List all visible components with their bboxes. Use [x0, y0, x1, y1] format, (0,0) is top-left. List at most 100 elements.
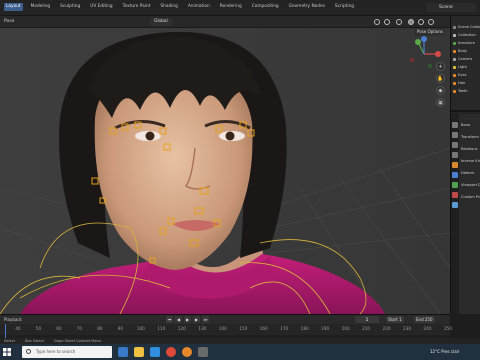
data-tab-icon[interactable]	[452, 182, 458, 188]
outliner-row[interactable]: Eyes	[453, 72, 480, 78]
overlay-icon[interactable]	[396, 19, 402, 25]
timeline-tick-label: 60	[56, 326, 62, 331]
snap-icon[interactable]	[384, 19, 390, 25]
scene-selector[interactable]: Scene	[426, 3, 476, 12]
outliner-row[interactable]: Teeth	[453, 88, 480, 94]
timeline-header: Playback ⏮ ◀ ▶ ▶ ⏭ 1 Start 1 End 250	[0, 315, 450, 324]
tab-sculpting[interactable]: Sculpting	[58, 3, 82, 11]
taskbar-search-box[interactable]: Type here to search	[22, 346, 112, 358]
bone-tab-icon[interactable]	[452, 202, 458, 208]
status-hint: Box Select	[25, 339, 45, 343]
timeline-tick-label: 200	[341, 326, 350, 331]
chrome-icon[interactable]	[166, 347, 176, 357]
zoom-icon[interactable]: +	[436, 62, 445, 71]
transform-orientation-dropdown[interactable]: Global	[150, 18, 172, 26]
windows-logo-icon[interactable]	[3, 348, 11, 356]
pivot-icon[interactable]	[374, 19, 380, 25]
outliner-item-icon	[453, 41, 456, 45]
outliner-panel: Scene Collection Collection Armature Body Ca…	[451, 16, 480, 112]
outliner-row[interactable]: Body	[453, 48, 480, 54]
shading-material-icon[interactable]	[418, 19, 424, 25]
start-frame-field[interactable]: Start 1	[386, 316, 404, 323]
timeline-tick-label: 140	[218, 326, 227, 331]
system-tray[interactable]: 12°C Pres clair	[430, 346, 480, 358]
mode-selector[interactable]: Pose	[4, 18, 14, 25]
search-icon	[26, 349, 31, 354]
properties-section[interactable]: Transform	[461, 134, 480, 140]
properties-section[interactable]: Inverse Kinematics	[461, 158, 480, 164]
properties-section[interactable]: Viewport Display	[461, 182, 480, 188]
tab-compositing[interactable]: Compositing	[250, 3, 281, 11]
timeline-tick-label: 170	[280, 326, 289, 331]
pose-options-button[interactable]: Pose Options	[414, 28, 446, 36]
prev-keyframe-icon[interactable]: ◀	[175, 316, 182, 323]
perspective-toggle-icon[interactable]: ▦	[436, 98, 445, 107]
outliner-row-label: Body	[458, 49, 468, 53]
weather-desc: Pres clair	[441, 349, 460, 354]
tool-tab-icon[interactable]	[452, 122, 458, 128]
settings-icon[interactable]	[198, 347, 208, 357]
outliner-row-label: Eyes	[458, 73, 467, 77]
properties-section[interactable]: Deform	[461, 170, 480, 176]
render-tab-icon[interactable]	[452, 132, 458, 138]
current-frame-field[interactable]: 1	[355, 316, 379, 323]
timeline-tick-label: 190	[321, 326, 330, 331]
3d-viewport[interactable]	[0, 28, 450, 314]
weather-temp: 12°C	[430, 349, 440, 354]
shading-solid-icon[interactable]	[408, 19, 414, 25]
viewport-header: Pose Global	[0, 16, 450, 28]
modifier-tab-icon[interactable]	[452, 172, 458, 178]
output-tab-icon[interactable]	[452, 142, 458, 148]
outliner-row[interactable]: Scene Collection	[453, 24, 480, 30]
tab-animation[interactable]: Animation	[186, 3, 212, 11]
gizmo-x-axis	[435, 51, 441, 57]
playback-controls: ⏮ ◀ ▶ ▶ ⏭	[166, 316, 209, 323]
properties-section[interactable]: Custom Properties	[461, 194, 480, 200]
gizmo-y-axis	[415, 39, 421, 45]
tab-geometry-nodes[interactable]: Geometry Nodes	[287, 3, 327, 11]
timeline-tick-label: 80	[97, 326, 103, 331]
playback-menu[interactable]: Playback	[4, 316, 22, 323]
tab-texture-paint[interactable]: Texture Paint	[121, 3, 153, 11]
timeline-tick-label: 160	[259, 326, 268, 331]
outliner-item-icon	[453, 81, 456, 85]
file-explorer-icon[interactable]	[134, 347, 144, 357]
timeline-tick-label: 100	[136, 326, 145, 331]
timeline-tick-label: 250	[444, 326, 452, 331]
tab-layout[interactable]: Layout	[4, 3, 23, 11]
camera-view-icon[interactable]: ◉	[436, 86, 445, 95]
tab-shading[interactable]: Shading	[158, 3, 179, 11]
timeline-ruler[interactable]: 40 50 60 70 80 90 100 110 120 130 140 150 160 170 180 1…	[0, 325, 452, 335]
outliner-row-label: Light	[458, 65, 467, 69]
next-keyframe-icon[interactable]: ▶	[193, 316, 200, 323]
jump-start-icon[interactable]: ⏮	[166, 316, 173, 323]
scene-tab-icon[interactable]	[452, 152, 458, 158]
pan-hand-icon[interactable]: ✋	[436, 74, 445, 83]
play-icon[interactable]: ▶	[184, 316, 191, 323]
shading-rendered-icon[interactable]	[428, 19, 434, 25]
object-tab-icon[interactable]	[452, 162, 458, 168]
outliner-row-label: Collection	[458, 33, 476, 37]
properties-panel: Bone Transform Relations Inverse Kinematics…	[451, 114, 480, 314]
properties-section[interactable]: Bone	[461, 122, 480, 128]
status-hint: Select	[4, 339, 16, 343]
jump-end-icon[interactable]: ⏭	[202, 316, 209, 323]
search-placeholder: Type here to search	[36, 349, 76, 354]
outliner-row[interactable]: Light	[453, 64, 480, 70]
timeline-tick-label: 70	[76, 326, 83, 331]
end-frame-field[interactable]: End 250	[414, 316, 435, 323]
outliner-row[interactable]: Hair	[453, 80, 480, 86]
material-tab-icon[interactable]	[452, 192, 458, 198]
outliner-row[interactable]: Collection	[453, 32, 480, 38]
gizmo-z-axis	[421, 36, 427, 42]
tab-rendering[interactable]: Rendering	[218, 3, 244, 11]
edge-icon[interactable]	[150, 347, 160, 357]
task-view-icon[interactable]	[118, 347, 128, 357]
tab-scripting[interactable]: Scripting	[333, 3, 356, 11]
properties-section[interactable]: Relations	[461, 146, 480, 152]
tab-modeling[interactable]: Modeling	[29, 3, 53, 11]
outliner-row[interactable]: Camera	[453, 56, 480, 62]
blender-icon[interactable]	[182, 347, 192, 357]
outliner-row[interactable]: Armature	[453, 40, 480, 46]
tab-uv-editing[interactable]: UV Editing	[88, 3, 114, 11]
